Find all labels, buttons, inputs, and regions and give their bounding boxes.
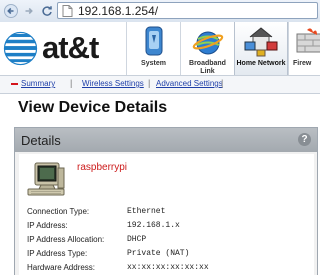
info-row-ip-address: IP Address: 192.168.1.x [27,221,312,233]
info-label: IP Address: [27,221,68,230]
details-title: Details [21,133,61,148]
info-value: DHCP [127,235,147,244]
back-button[interactable] [2,2,20,20]
info-label: Hardware Address: [27,263,96,272]
tab-system[interactable]: System [126,22,180,75]
details-header: Details ? [15,128,317,152]
tab-firewall[interactable]: Firew [288,22,320,75]
att-wordmark: at&t [42,30,99,65]
subnav-summary[interactable]: Summary [21,79,55,88]
info-label: IP Address Allocation: [27,235,105,244]
info-row-ip-allocation: IP Address Allocation: DHCP [27,235,312,247]
router-header: at&t System Broadband Link Home Network … [0,22,320,75]
info-label: IP Address Type: [27,249,88,258]
tab-firewall-label: Firew [293,60,312,67]
info-value: 192.168.1.x [127,221,180,230]
info-label: Connection Type: [27,207,90,216]
firewall-icon [296,28,320,53]
tab-system-label: System [141,60,166,67]
tab-home-network[interactable]: Home Network [234,22,288,75]
info-value: Ethernet [127,207,166,216]
url-text: 192.168.1.254/ [78,4,159,18]
subnav-separator: | [221,78,224,88]
details-panel: Details ? raspberrypi Connection Type: E… [14,127,318,276]
tab-broadband-link[interactable]: Broadband Link [180,22,234,75]
sub-navigation: Summary | Wireless Settings | Advanced S… [0,75,320,94]
page-title: View Device Details [18,99,168,116]
subnav-wireless-settings[interactable]: Wireless Settings [82,79,144,88]
reload-button[interactable] [38,2,56,20]
page-icon [62,5,73,17]
forward-button[interactable] [20,2,38,20]
forward-arrow-icon [25,7,33,15]
help-icon[interactable]: ? [298,133,311,146]
computer-icon [27,162,65,196]
system-icon [145,26,162,56]
back-arrow-icon [4,4,18,18]
att-globe-logo [3,31,38,66]
active-marker [11,83,18,85]
details-body: raspberrypi Connection Type: Ethernet IP… [19,154,314,276]
info-row-connection-type: Connection Type: Ethernet [27,207,312,219]
info-row-ip-type: IP Address Type: Private (NAT) [27,249,312,261]
home-network-icon [244,27,278,57]
broadband-icon [192,31,223,55]
device-name: raspberrypi [77,162,128,173]
address-bar[interactable]: 192.168.1.254/ [57,2,318,19]
info-value: Private (NAT) [127,249,190,258]
subnav-advanced-settings[interactable]: Advanced Settings [156,79,223,88]
info-row-hardware-address: Hardware Address: xx:xx:xx:xx:xx:xx [27,263,312,275]
tab-broadband-label: Broadband Link [189,60,226,75]
browser-toolbar: 192.168.1.254/ [0,0,320,23]
subnav-separator: | [148,78,151,88]
subnav-separator: | [70,78,73,88]
tab-home-network-label: Home Network [236,60,286,67]
reload-icon [42,6,52,16]
info-value: xx:xx:xx:xx:xx:xx [127,263,209,272]
